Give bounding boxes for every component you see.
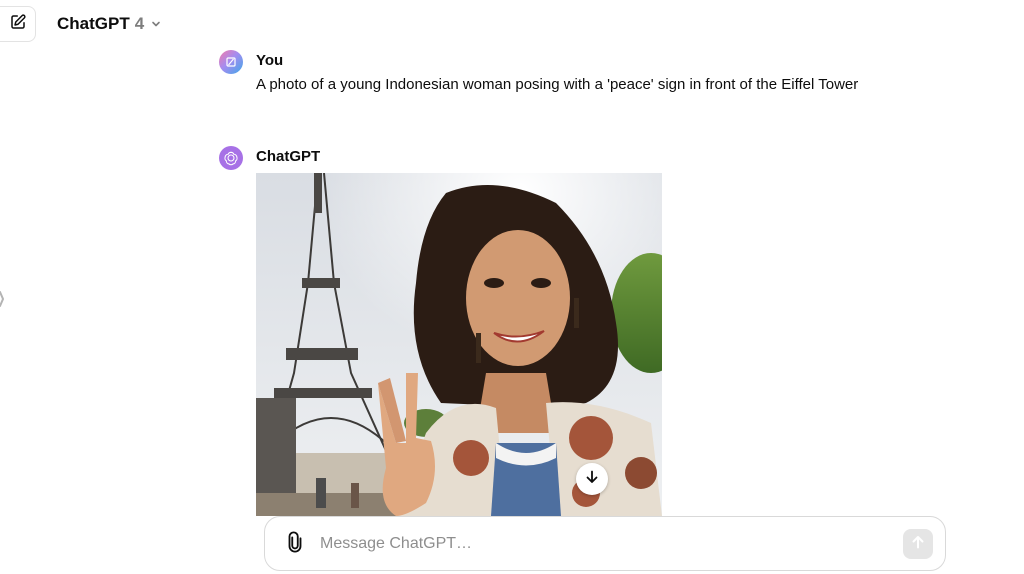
new-chat-button[interactable] bbox=[0, 6, 36, 42]
chevron-down-icon bbox=[150, 18, 162, 30]
arrow-down-icon bbox=[584, 469, 600, 490]
user-message-text: A photo of a young Indonesian woman posi… bbox=[256, 76, 859, 93]
message-input[interactable] bbox=[320, 531, 880, 557]
arrow-up-icon bbox=[910, 534, 926, 555]
model-selector[interactable]: ChatGPT 4 bbox=[57, 14, 162, 34]
model-name: ChatGPT bbox=[57, 14, 130, 33]
assistant-author-label: ChatGPT bbox=[256, 148, 321, 165]
send-button[interactable] bbox=[903, 529, 933, 559]
user-avatar bbox=[219, 50, 243, 74]
sidebar-toggle-handle[interactable] bbox=[0, 290, 5, 308]
edit-square-icon bbox=[9, 13, 27, 36]
model-version: 4 bbox=[134, 14, 145, 33]
generated-image[interactable] bbox=[256, 173, 662, 516]
user-author-label: You bbox=[256, 52, 284, 69]
chatgpt-window: ChatGPT 4 You A photo of a young Indones… bbox=[0, 0, 1024, 574]
chatgpt-logo-icon bbox=[219, 146, 243, 170]
paperclip-icon bbox=[284, 530, 306, 558]
message-composer bbox=[264, 516, 946, 571]
download-image-button[interactable] bbox=[576, 463, 608, 495]
attach-file-button[interactable] bbox=[283, 530, 307, 558]
